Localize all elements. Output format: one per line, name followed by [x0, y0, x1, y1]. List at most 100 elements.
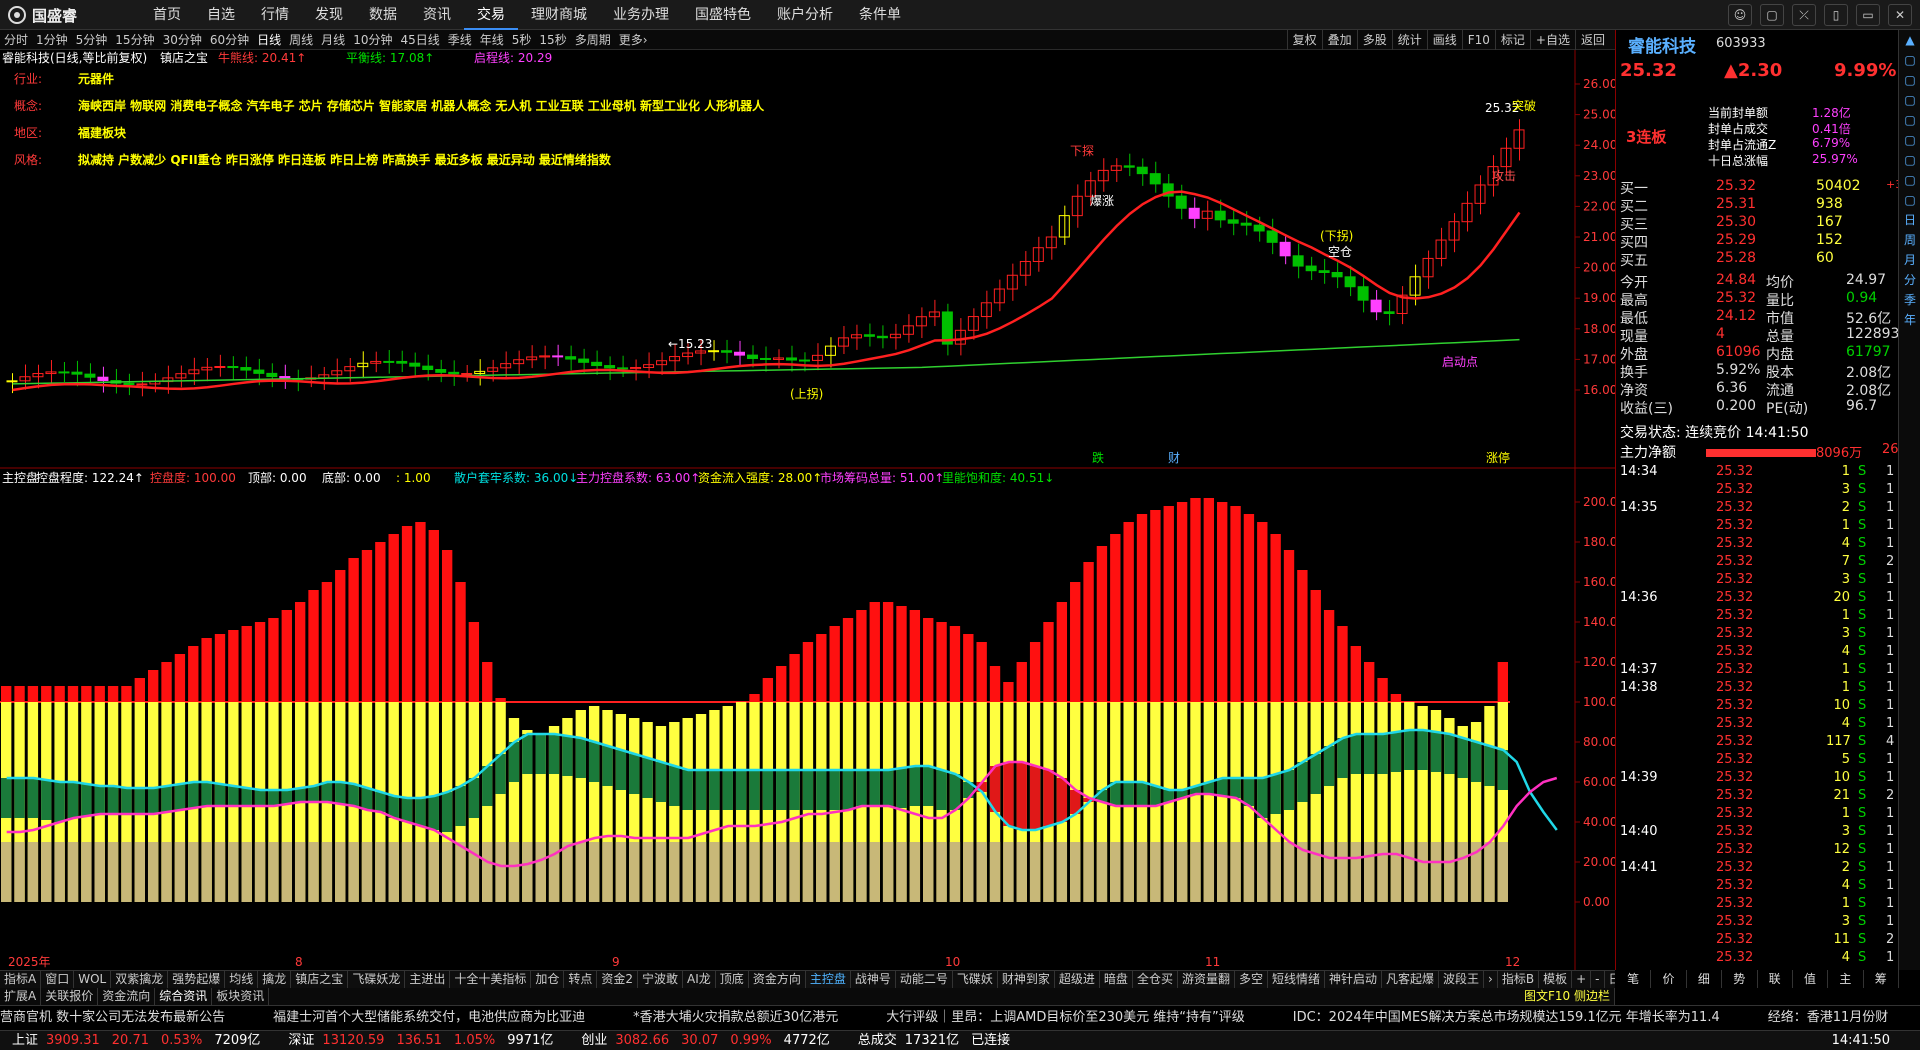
extension-tab-2[interactable]: 资金流向 [98, 988, 156, 1005]
chart-tool-2[interactable]: 多股 [1356, 30, 1392, 50]
window-button-2-icon[interactable]: ⤫ [1792, 4, 1816, 26]
chart-tool-7[interactable]: +自选 [1529, 30, 1575, 50]
indicator-tab-0[interactable]: 指标A [0, 971, 42, 988]
indicator-tab-1[interactable]: 窗口 [41, 971, 75, 988]
menu-item-4[interactable]: 数据 [356, 0, 410, 30]
extension-tab-1[interactable]: 关联报价 [41, 988, 99, 1005]
chart-tool-3[interactable]: 统计 [1391, 30, 1427, 50]
indicator-tab-21[interactable]: 飞碟妖 [953, 971, 998, 988]
indicator-tab-28[interactable]: 短线情绪 [1268, 971, 1325, 988]
quote-tab-6[interactable]: 主 [1828, 970, 1864, 988]
menu-item-2[interactable]: 行情 [248, 0, 302, 30]
period-6[interactable]: 日线 [253, 30, 285, 49]
window-button-0-icon[interactable]: ☺ [1728, 4, 1752, 26]
indicator-tab-10[interactable]: 十全十美指标 [450, 971, 532, 988]
menu-item-7[interactable]: 理财商城 [518, 0, 600, 30]
indicator-tab-16[interactable]: 顶底 [716, 971, 749, 988]
indicator-tab-25[interactable]: 全仓买 [1133, 971, 1178, 988]
indicator-tab-35[interactable]: + [1572, 971, 1592, 988]
extension-tab-3[interactable]: 综合资讯 [155, 988, 213, 1005]
news-item-2[interactable]: *香港大埔火灾捐款总额近30亿港元 [633, 1010, 838, 1025]
indicator-tab-20[interactable]: 动能二号 [896, 971, 953, 988]
period-16[interactable]: 更多› [615, 30, 652, 49]
menu-item-6[interactable]: 交易 [464, 0, 518, 30]
indicator-tab-7[interactable]: 镇店之宝 [291, 971, 349, 988]
window-button-5-icon[interactable]: ✕ [1888, 4, 1912, 26]
window-button-3-icon[interactable]: ▯ [1824, 4, 1848, 26]
period-0[interactable]: 分时 [0, 30, 32, 49]
index-1[interactable]: 深证 13120.59 136.51 1.05% 9971亿 [288, 1033, 569, 1048]
indicator-tab-31[interactable]: 波段王 [1439, 971, 1485, 988]
app-logo[interactable]: 国盛睿 [8, 4, 77, 26]
news-marker-1[interactable]: 跌 [1092, 450, 1104, 465]
indicator-tab-24[interactable]: 暗盘 [1100, 971, 1133, 988]
period-4[interactable]: 30分钟 [159, 30, 206, 49]
menu-item-5[interactable]: 资讯 [410, 0, 464, 30]
indicator-tab-23[interactable]: 超级进 [1055, 971, 1100, 988]
menu-item-3[interactable]: 发现 [302, 0, 356, 30]
indicator-tab-27[interactable]: 多空 [1235, 971, 1268, 988]
menu-item-8[interactable]: 业务办理 [600, 0, 682, 30]
indicator-tab-2[interactable]: WOL [74, 971, 112, 988]
side-period-3[interactable]: 分 [1899, 270, 1920, 290]
window-button-4-icon[interactable]: ▭ [1856, 4, 1880, 26]
chart-tool-5[interactable]: F10 [1461, 30, 1495, 50]
indicator-tab-34[interactable]: 模板 [1539, 971, 1573, 988]
news-ticker[interactable]: 营商官机 数十家公司无法发布最新公告 福建士河首个大型储能系统交付，电池供应商为比… [0, 1005, 1920, 1030]
chart-tool-1[interactable]: 叠加 [1321, 30, 1357, 50]
side-period-0[interactable]: 日 [1899, 210, 1920, 230]
side-tool-0-icon[interactable]: ▲ [1899, 30, 1920, 50]
side-period-5[interactable]: 年 [1899, 310, 1920, 330]
menu-item-0[interactable]: 首页 [140, 0, 194, 30]
index-0[interactable]: 上证 3909.31 20.71 0.53% 7209亿 [12, 1033, 276, 1048]
side-tool-2-icon[interactable]: ▢ [1899, 70, 1920, 90]
news-item-0[interactable]: 营商官机 数十家公司无法发布最新公告 [0, 1010, 225, 1025]
index-2[interactable]: 创业 3082.66 30.07 0.99% 4772亿 [581, 1033, 845, 1048]
indicator-tab-29[interactable]: 神针启动 [1325, 971, 1383, 988]
indicator-tab-3[interactable]: 双紫擒龙 [111, 971, 169, 988]
indicator-tab-18[interactable]: 主控盘 [805, 971, 851, 988]
chart-tool-8[interactable]: 返回 [1574, 30, 1610, 50]
side-tool-1-icon[interactable]: ▢ [1899, 50, 1920, 70]
quote-tab-2[interactable]: 细 [1687, 970, 1723, 988]
indicator-tab-19[interactable]: 战神号 [851, 971, 896, 988]
indicator-tab-5[interactable]: 均线 [225, 971, 259, 988]
indicator-tab-9[interactable]: 主进出 [405, 971, 451, 988]
side-period-1[interactable]: 周 [1899, 230, 1920, 250]
menu-item-10[interactable]: 账户分析 [764, 0, 846, 30]
indicator-tab-11[interactable]: 加仓 [531, 971, 565, 988]
indicator-tab-33[interactable]: 指标B [1498, 971, 1540, 988]
chart-tool-4[interactable]: 画线 [1426, 30, 1462, 50]
indicator-tab-4[interactable]: 强势起爆 [168, 971, 226, 988]
period-13[interactable]: 5秒 [508, 30, 536, 49]
period-12[interactable]: 年线 [476, 30, 508, 49]
indicator-tab-30[interactable]: 凡客起爆 [1382, 971, 1440, 988]
indicator-tab-22[interactable]: 财神到家 [998, 971, 1055, 988]
indicator-tab-17[interactable]: 资金方向 [749, 971, 806, 988]
news-item-4[interactable]: IDC：2024年中国MES解决方案总市场规模达159.1亿元 年增长率为11.… [1293, 1010, 1720, 1025]
indicator-tab-12[interactable]: 转点 [564, 971, 598, 988]
quote-tab-3[interactable]: 势 [1722, 970, 1758, 988]
side-tool-3-icon[interactable]: ▢ [1899, 90, 1920, 110]
period-15[interactable]: 多周期 [571, 30, 615, 49]
period-14[interactable]: 15秒 [535, 30, 570, 49]
side-tool-4-icon[interactable]: ▢ [1899, 110, 1920, 130]
chart-tool-0[interactable]: 复权 [1286, 30, 1322, 50]
chart-tool-6[interactable]: 标记 [1494, 30, 1530, 50]
news-item-3[interactable]: 大行评级｜里昂：上调AMD目标价至230美元 维持“持有”评级 [886, 1010, 1245, 1025]
news-marker-2[interactable]: 财 [1168, 451, 1180, 465]
side-tool-8-icon[interactable]: ▢ [1899, 190, 1920, 210]
indicator-tab-36[interactable]: - [1591, 971, 1605, 988]
period-8[interactable]: 月线 [317, 30, 349, 49]
period-9[interactable]: 10分钟 [349, 30, 396, 49]
side-tool-7-icon[interactable]: ▢ [1899, 170, 1920, 190]
side-tool-5-icon[interactable]: ▢ [1899, 130, 1920, 150]
period-11[interactable]: 季线 [444, 30, 476, 49]
side-period-2[interactable]: 月 [1899, 250, 1920, 270]
quote-tab-4[interactable]: 联 [1758, 970, 1793, 988]
indicator-tab-8[interactable]: 飞碟妖龙 [348, 971, 406, 988]
menu-item-9[interactable]: 国盛特色 [682, 0, 764, 30]
menu-item-1[interactable]: 自选 [194, 0, 248, 30]
news-item-5[interactable]: 经络：香港11月份财 [1768, 1010, 1889, 1025]
extension-tab-0[interactable]: 扩展A [0, 988, 42, 1005]
